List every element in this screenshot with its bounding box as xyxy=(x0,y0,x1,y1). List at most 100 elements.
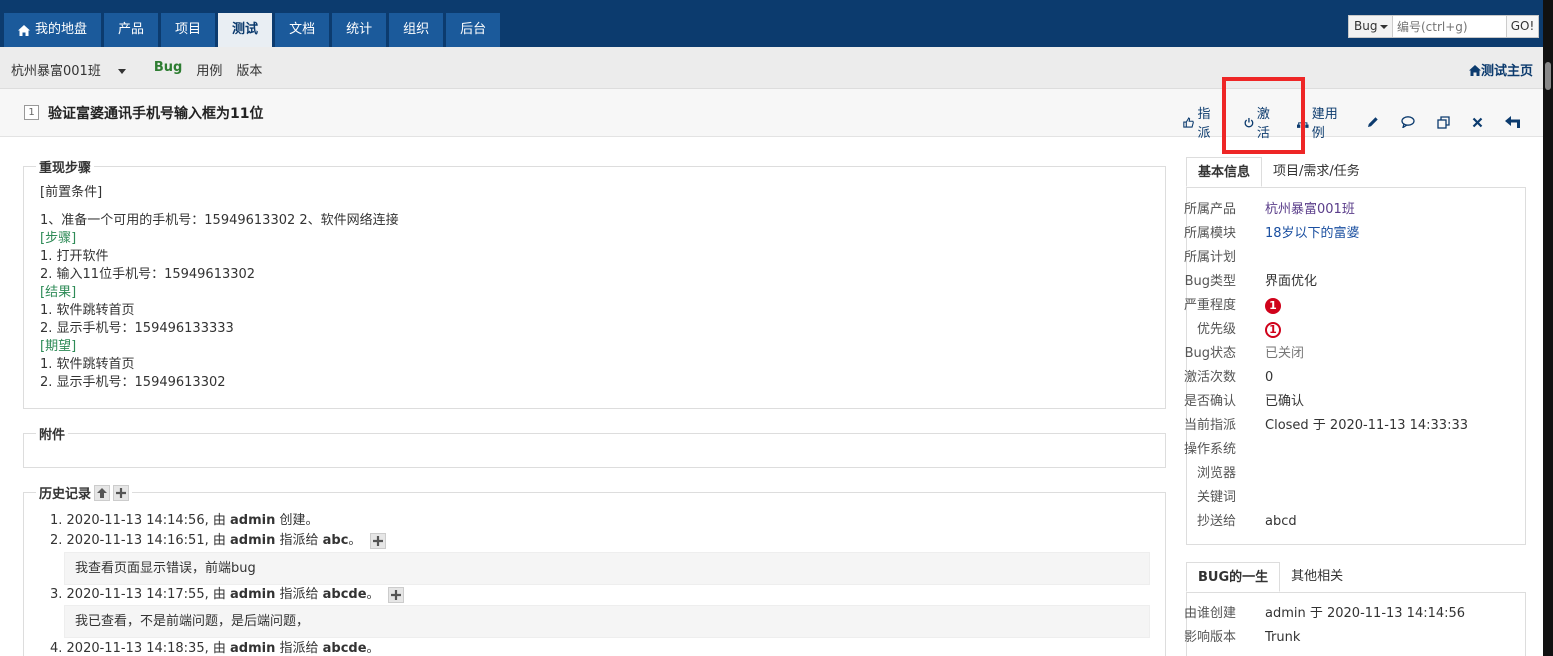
chevron-down-icon xyxy=(117,69,126,74)
history-suffix: 。 xyxy=(366,587,380,602)
tab-other-related[interactable]: 其他相关 xyxy=(1280,562,1354,592)
nav-test[interactable]: 测试 xyxy=(218,13,273,47)
comment-button[interactable] xyxy=(1401,103,1418,141)
history-time: 2. 2020-11-13 14:16:51, 由 xyxy=(50,533,231,548)
info-value: 界面优化 xyxy=(1265,274,1318,289)
steps-label: [步骤] xyxy=(40,231,77,246)
history-entry: 2. 2020-11-13 14:16:51, 由 admin 指派给 abc。 xyxy=(50,532,386,550)
expand-entry-button[interactable] xyxy=(369,532,386,549)
history-comment: 我查看页面显示错误，前端bug xyxy=(64,552,1150,585)
reply-icon xyxy=(1505,116,1520,128)
history-action: 创建。 xyxy=(275,513,319,528)
subnav-version[interactable]: 版本 xyxy=(236,60,262,79)
nav-org[interactable]: 组织 xyxy=(389,13,444,47)
subnav-bug[interactable]: Bug xyxy=(154,60,182,79)
expect-item: 1. 软件跳转首页 xyxy=(40,357,135,372)
nav-label: 测试 xyxy=(232,22,259,37)
history-target: abc xyxy=(322,533,349,548)
info-label: 抄送给 xyxy=(1196,514,1236,529)
steps-legend: 重现步骤 xyxy=(36,157,95,176)
severity-badge: 1 xyxy=(1265,297,1281,314)
search-type-select[interactable]: Bug xyxy=(1349,16,1393,37)
history-title: 历史记录 xyxy=(39,487,92,502)
nav-project[interactable]: 项目 xyxy=(161,13,216,47)
search-input[interactable] xyxy=(1393,16,1506,37)
info-value: 0 xyxy=(1265,370,1274,385)
bug-life-tabs: BUG的一生 其他相关 xyxy=(1186,562,1354,592)
history-time: 4. 2020-11-13 14:18:35, 由 xyxy=(50,641,231,656)
info-row-keywords: 关键词 xyxy=(1186,486,1526,510)
info-row-assigned: 当前指派 Closed 于 2020-11-13 14:33:33 xyxy=(1183,414,1526,438)
history-suffix: 。 xyxy=(348,533,362,548)
comment-icon xyxy=(1401,116,1415,128)
tab-project-story-task[interactable]: 项目/需求/任务 xyxy=(1262,157,1371,187)
plus-icon xyxy=(116,487,127,498)
nav-my-dashboard[interactable]: 我的地盘 xyxy=(4,13,102,47)
nav-doc[interactable]: 文档 xyxy=(275,13,330,47)
create-case-button[interactable]: 建用例 xyxy=(1297,103,1344,141)
product-link[interactable]: 杭州暴富001班 xyxy=(1265,198,1355,222)
info-row-product: 所属产品 杭州暴富001班 xyxy=(1184,198,1526,222)
bug-title-bar: 1 验证富婆通讯手机号输入框为11位 指派 激活 建用例 xyxy=(0,89,1543,141)
history-suffix: 。 xyxy=(366,641,380,656)
test-home-label: 测试主页 xyxy=(1480,64,1533,79)
collapse-history-button[interactable] xyxy=(94,484,111,501)
create-case-label: 建用例 xyxy=(1311,107,1338,141)
assign-label: 指派 xyxy=(1197,107,1211,141)
history-user: admin xyxy=(230,641,276,656)
copy-button[interactable] xyxy=(1437,103,1453,141)
history-time: 3. 2020-11-13 14:17:55, 由 xyxy=(50,587,231,602)
search-box: Bug GO! xyxy=(1348,15,1539,38)
info-label: Bug类型 xyxy=(1184,274,1236,289)
info-label: 由谁创建 xyxy=(1183,606,1236,621)
copy-icon xyxy=(1437,115,1450,129)
arrow-up-icon xyxy=(97,487,108,498)
scrollbar-thumb[interactable] xyxy=(1545,62,1551,90)
expand-entry-button[interactable] xyxy=(387,586,404,603)
info-row-status: Bug状态 已关闭 xyxy=(1185,342,1526,366)
chevron-down-icon xyxy=(1380,24,1389,29)
search-go-button[interactable]: GO! xyxy=(1506,16,1538,37)
bug-actions: 指派 激活 建用例 xyxy=(1183,103,1543,141)
result-item: 2. 显示手机号：159496133333 xyxy=(40,321,234,336)
info-row-created-by: 由谁创建 admin 于 2020-11-13 14:14:56 xyxy=(1183,602,1526,626)
nav-label: 我的地盘 xyxy=(35,22,88,37)
subnav-case[interactable]: 用例 xyxy=(196,60,222,79)
expand-history-button[interactable] xyxy=(113,484,130,501)
info-label: 当前指派 xyxy=(1183,418,1236,433)
nav-stats[interactable]: 统计 xyxy=(332,13,387,47)
bug-title: 验证富婆通讯手机号输入框为11位 xyxy=(48,106,264,122)
history-action: 指派给 xyxy=(275,533,323,548)
edit-button[interactable] xyxy=(1367,103,1382,141)
activate-button[interactable]: 激活 xyxy=(1244,103,1278,141)
assign-button[interactable]: 指派 xyxy=(1183,103,1219,141)
plus-icon xyxy=(372,535,383,546)
info-label: 是否确认 xyxy=(1183,394,1236,409)
pencil-icon xyxy=(1368,117,1378,127)
close-icon xyxy=(1472,117,1483,127)
tab-basic-info[interactable]: 基本信息 xyxy=(1186,157,1263,187)
tab-bug-life[interactable]: BUG的一生 xyxy=(1186,562,1281,592)
info-row-plan: 所属计划 xyxy=(1184,246,1526,270)
product-switcher[interactable]: 杭州暴富001班 xyxy=(11,60,140,79)
nav-admin[interactable]: 后台 xyxy=(446,13,501,47)
info-row-severity: 严重程度 1 xyxy=(1183,294,1526,318)
info-label: 操作系统 xyxy=(1183,442,1236,457)
search-type-label: Bug xyxy=(1354,19,1378,33)
result-item: 1. 软件跳转首页 xyxy=(40,303,135,318)
info-row-module: 所属模块 18岁以下的富婆 xyxy=(1183,222,1526,246)
history-user: admin xyxy=(230,513,276,528)
nav-product[interactable]: 产品 xyxy=(104,13,159,47)
scrollbar[interactable] xyxy=(1543,0,1553,656)
delete-button[interactable] xyxy=(1472,103,1486,141)
nav-label: 文档 xyxy=(289,22,316,37)
info-label: 严重程度 xyxy=(1183,298,1236,313)
product-name: 杭州暴富001班 xyxy=(11,64,101,79)
info-label: 影响版本 xyxy=(1183,630,1236,645)
step-item: 1. 打开软件 xyxy=(40,249,109,264)
back-button[interactable] xyxy=(1505,103,1524,141)
info-label: 所属模块 xyxy=(1183,226,1236,241)
info-value: admin 于 2020-11-13 14:14:56 xyxy=(1265,606,1466,621)
test-home-link[interactable]: 测试主页 xyxy=(1468,60,1533,79)
module-link[interactable]: 18岁以下的富婆 xyxy=(1265,222,1360,246)
